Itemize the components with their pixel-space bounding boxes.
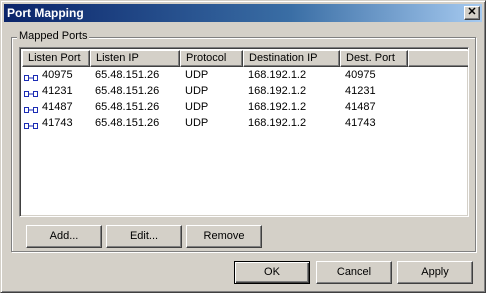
port-icon	[24, 103, 38, 113]
destination-ip-cell: 168.192.1.2	[248, 85, 307, 97]
listen-port-value: 40975	[42, 69, 73, 81]
destination-ip-cell: 168.192.1.2	[248, 69, 307, 81]
destination-ip-cell: 168.192.1.2	[248, 117, 307, 129]
listen-port-cell: 41231	[22, 83, 90, 99]
table-row[interactable]: 41487 65.48.151.26 UDP 168.192.1.2 41487	[22, 99, 408, 115]
list-rows: 40975 65.48.151.26 UDP 168.192.1.2 40975…	[22, 67, 408, 131]
dest-port-cell: 41743	[345, 117, 376, 129]
mapped-ports-list[interactable]: Listen Port Listen IP Protocol Destinati…	[19, 47, 469, 217]
port-icon	[24, 119, 38, 129]
column-header-destination-ip[interactable]: Destination IP	[243, 50, 340, 67]
protocol-cell: UDP	[185, 69, 209, 81]
list-header: Listen Port Listen IP Protocol Destinati…	[22, 50, 468, 67]
remove-button[interactable]: Remove	[186, 225, 262, 248]
listen-port-cell: 40975	[22, 67, 90, 83]
port-icon	[24, 87, 38, 97]
close-button[interactable]: ✕	[464, 6, 480, 20]
protocol-cell: UDP	[185, 101, 209, 113]
column-header-protocol[interactable]: Protocol	[180, 50, 243, 67]
dest-port-cell: 41231	[345, 85, 376, 97]
column-header-listen-ip[interactable]: Listen IP	[90, 50, 180, 67]
column-header-listen-port[interactable]: Listen Port	[22, 50, 90, 67]
window-title: Port Mapping	[7, 6, 84, 20]
listen-ip-cell: 65.48.151.26	[95, 85, 160, 97]
port-mapping-dialog: Port Mapping ✕ Mapped Ports Listen Port …	[0, 0, 486, 293]
listen-ip-cell: 65.48.151.26	[95, 117, 160, 129]
edit-button[interactable]: Edit...	[106, 225, 182, 248]
table-row[interactable]: 41743 65.48.151.26 UDP 168.192.1.2 41743	[22, 115, 408, 131]
table-row[interactable]: 40975 65.48.151.26 UDP 168.192.1.2 40975	[22, 67, 408, 83]
ok-button[interactable]: OK	[234, 261, 310, 284]
listen-port-cell: 41743	[22, 115, 90, 131]
protocol-cell: UDP	[185, 85, 209, 97]
column-header-filler	[408, 50, 468, 67]
title-bar[interactable]: Port Mapping ✕	[4, 4, 482, 22]
apply-button[interactable]: Apply	[397, 261, 473, 284]
listen-port-value: 41743	[42, 117, 73, 129]
column-header-dest-port[interactable]: Dest. Port	[340, 50, 408, 67]
listen-port-cell: 41487	[22, 99, 90, 115]
listen-port-value: 41231	[42, 85, 73, 97]
listen-port-value: 41487	[42, 101, 73, 113]
port-icon	[24, 71, 38, 81]
cancel-button[interactable]: Cancel	[316, 261, 392, 284]
mapped-ports-label: Mapped Ports	[17, 30, 90, 43]
table-row[interactable]: 41231 65.48.151.26 UDP 168.192.1.2 41231	[22, 83, 408, 99]
destination-ip-cell: 168.192.1.2	[248, 101, 307, 113]
listen-ip-cell: 65.48.151.26	[95, 101, 160, 113]
dest-port-cell: 40975	[345, 69, 376, 81]
add-button[interactable]: Add...	[26, 225, 102, 248]
close-icon: ✕	[467, 6, 477, 18]
listen-ip-cell: 65.48.151.26	[95, 69, 160, 81]
dest-port-cell: 41487	[345, 101, 376, 113]
protocol-cell: UDP	[185, 117, 209, 129]
